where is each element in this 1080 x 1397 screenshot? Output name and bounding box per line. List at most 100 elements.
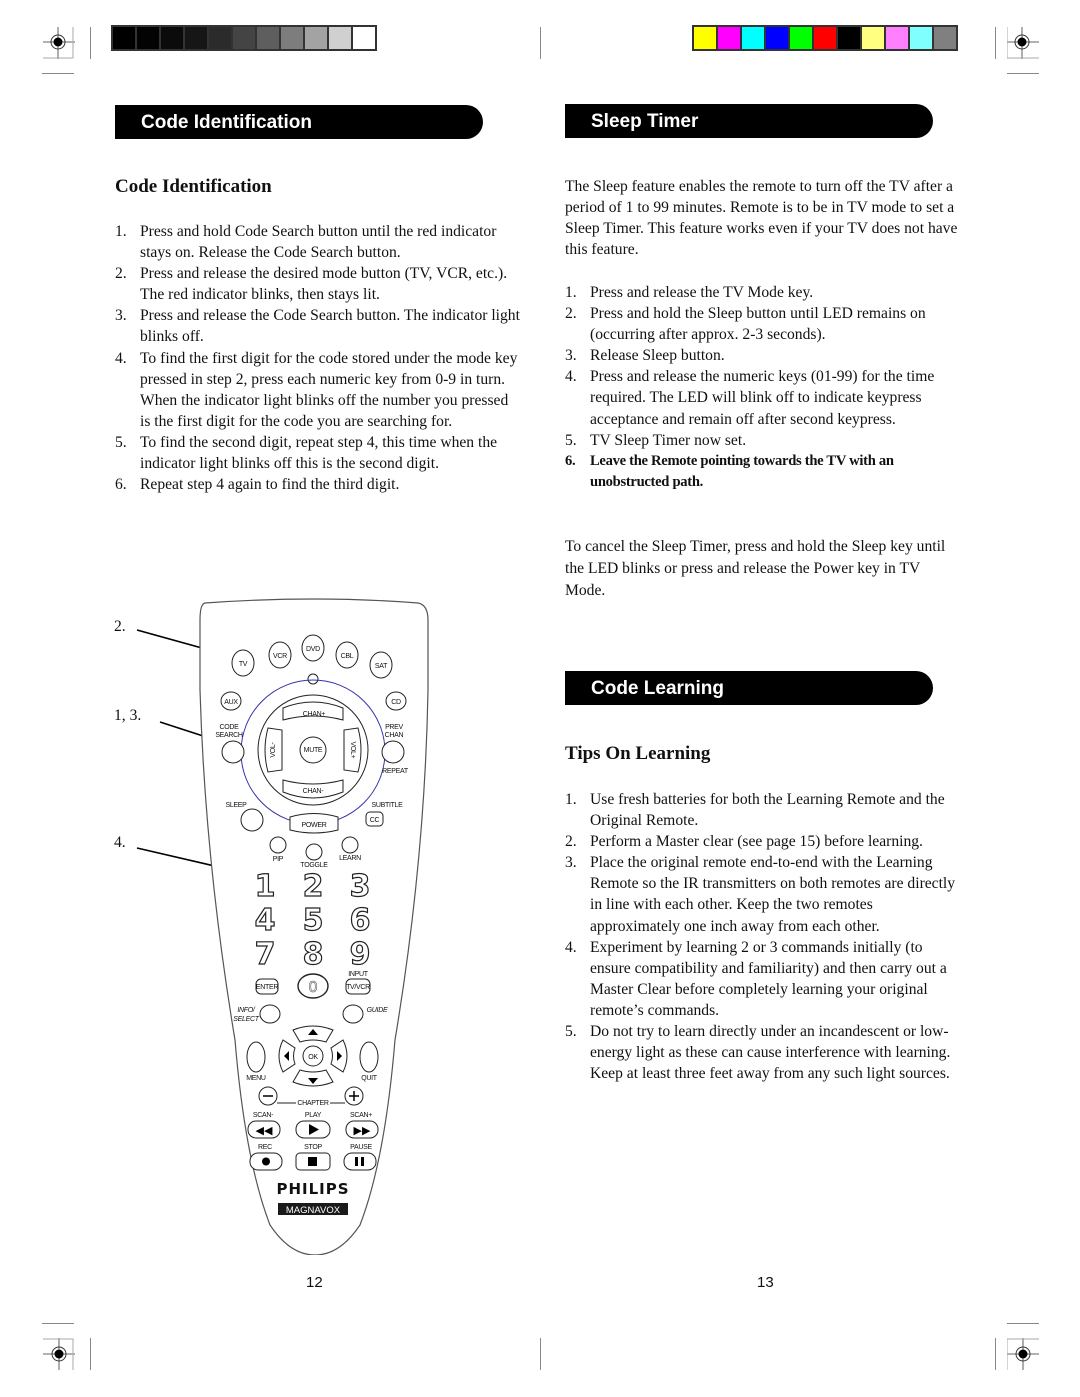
pause-icon [355,1157,358,1166]
svg-text:CHAN: CHAN [385,732,404,739]
calibration-swatch [161,27,183,49]
grayscale-calibration-bar [111,25,377,51]
svg-text:CHAPTER: CHAPTER [297,1100,329,1107]
crop-mark [42,73,74,74]
svg-text:INFO/: INFO/ [237,1007,256,1014]
code-search-button [221,740,245,764]
step-number: 4. [565,368,577,386]
svg-text:LEARN: LEARN [339,855,361,862]
crop-mark [540,1338,541,1370]
menu-button [246,1041,266,1073]
list-item: 3. Place the original remote end-to-end w… [565,852,965,936]
calibration-swatch [910,27,932,49]
svg-text:PREV: PREV [385,724,403,731]
svg-text:SUBTITLE: SUBTITLE [371,802,403,809]
digit-1-button: 1 [255,869,276,904]
calibration-swatch [305,27,327,49]
registration-mark-icon [43,27,75,59]
step-text: Release Sleep button. [590,347,725,365]
svg-text:ENTER: ENTER [256,984,278,991]
crop-mark [90,1338,91,1370]
svg-text:SCAN-: SCAN- [253,1112,274,1119]
list-item: 3. Release Sleep button. [565,345,960,366]
step-number: 3. [115,307,127,325]
list-item: 4. Experiment by learning 2 or 3 commands… [565,937,965,1021]
step-text: Use fresh batteries for both the Learnin… [590,791,945,830]
svg-text:REPEAT: REPEAT [382,768,409,775]
step-number: 2. [565,305,577,323]
step-text: Perform a Master clear (see page 15) bef… [590,833,923,851]
code-identification-steps: 1. Press and hold Code Search button unti… [115,221,520,495]
svg-text:CHAN+: CHAN+ [303,711,326,718]
step-text: TV Sleep Timer now set. [590,431,747,449]
calibration-swatch [814,27,836,49]
remote-illustration: TV VCR DVD CBL SAT AUX CD CODE SEARCH PR… [136,598,429,1255]
stop-icon [308,1157,317,1166]
step-number: 4. [115,349,127,367]
step-text: Do not try to learn directly under an in… [590,1023,951,1083]
step-number: 5. [115,433,127,451]
list-item: 2. Press and release the desired mode but… [115,263,520,305]
svg-text:SCAN+: SCAN+ [350,1112,372,1119]
callout-label: 2. [114,618,126,635]
toggle-button [305,843,323,861]
digit-9-button: 9 [350,937,371,972]
crop-mark [90,27,91,59]
brand-logo: PHILIPS [276,1180,349,1198]
svg-text:CODE: CODE [219,724,239,731]
calibration-swatch [281,27,303,49]
svg-text:TOGGLE: TOGGLE [300,862,328,869]
svg-text:PIP: PIP [273,856,284,863]
step-text: Press and release the Code Search button… [140,307,520,346]
svg-text:MENU: MENU [246,1075,266,1082]
calibration-swatch [113,27,135,49]
digit-4-button: 4 [255,903,276,938]
svg-text:VOL-: VOL- [270,741,277,757]
list-item: 2. Press and hold the Sleep button until … [565,303,960,345]
calibration-swatch [694,27,716,49]
calibration-swatch [209,27,231,49]
list-item: 6. Repeat step 4 again to find the third … [115,474,520,495]
step-number: 1. [115,223,127,240]
list-item: 1. Press and hold Code Search button unti… [115,221,520,263]
calibration-swatch [257,27,279,49]
svg-text:POWER: POWER [302,822,327,829]
led-indicator [307,673,319,685]
sub-brand-logo: MAGNAVOX [286,1205,341,1216]
svg-text:CC: CC [370,817,380,824]
sleep-timer-steps: 1. Press and release the TV Mode key. 2. P… [565,282,960,493]
section-heading: Code Identification [115,176,272,197]
list-item: 4. To find the first digit for the code s… [115,348,520,432]
step-text: Press and release the TV Mode key. [590,284,814,301]
step-number: 1. [565,791,577,808]
svg-text:GUIDE: GUIDE [367,1007,388,1014]
calibration-swatch [353,27,375,49]
svg-text:SELECT: SELECT [233,1016,259,1023]
calibration-swatch [233,27,255,49]
fast-forward-icon: ▶▶ [354,1124,371,1137]
step-number: 1. [565,284,577,301]
digit-6-button: 6 [350,903,371,938]
list-item: 3. Press and release the Code Search butt… [115,305,520,347]
svg-text:PAUSE: PAUSE [350,1144,372,1151]
cd-label: CD [391,699,401,706]
step-text: Press and release the desired mode butto… [140,265,508,283]
numeric-keypad: 1 2 3 4 5 6 7 8 9 [254,868,371,972]
digit-3-button: 3 [350,869,371,904]
crop-mark [1007,73,1039,74]
step-text: Place the original remote end-to-end wit… [590,854,956,935]
list-item: 5. TV Sleep Timer now set. [565,430,960,451]
step-number: 3. [565,854,577,872]
step-number: 5. [565,1023,577,1041]
list-item: 5. To find the second digit, repeat step … [115,432,520,474]
crop-mark [1007,1323,1039,1324]
step-number: 2. [115,265,127,283]
list-item: 1. Use fresh batteries for both the Learn… [565,789,965,831]
crop-mark [540,27,541,59]
registration-mark-icon [1007,1338,1039,1370]
calibration-swatch [766,27,788,49]
svg-text:VOL+: VOL+ [349,742,356,759]
sleep-intro-paragraph: The Sleep feature enables the remote to … [565,178,958,258]
step-number: 5. [565,431,577,449]
step-number: 6. [565,452,576,469]
